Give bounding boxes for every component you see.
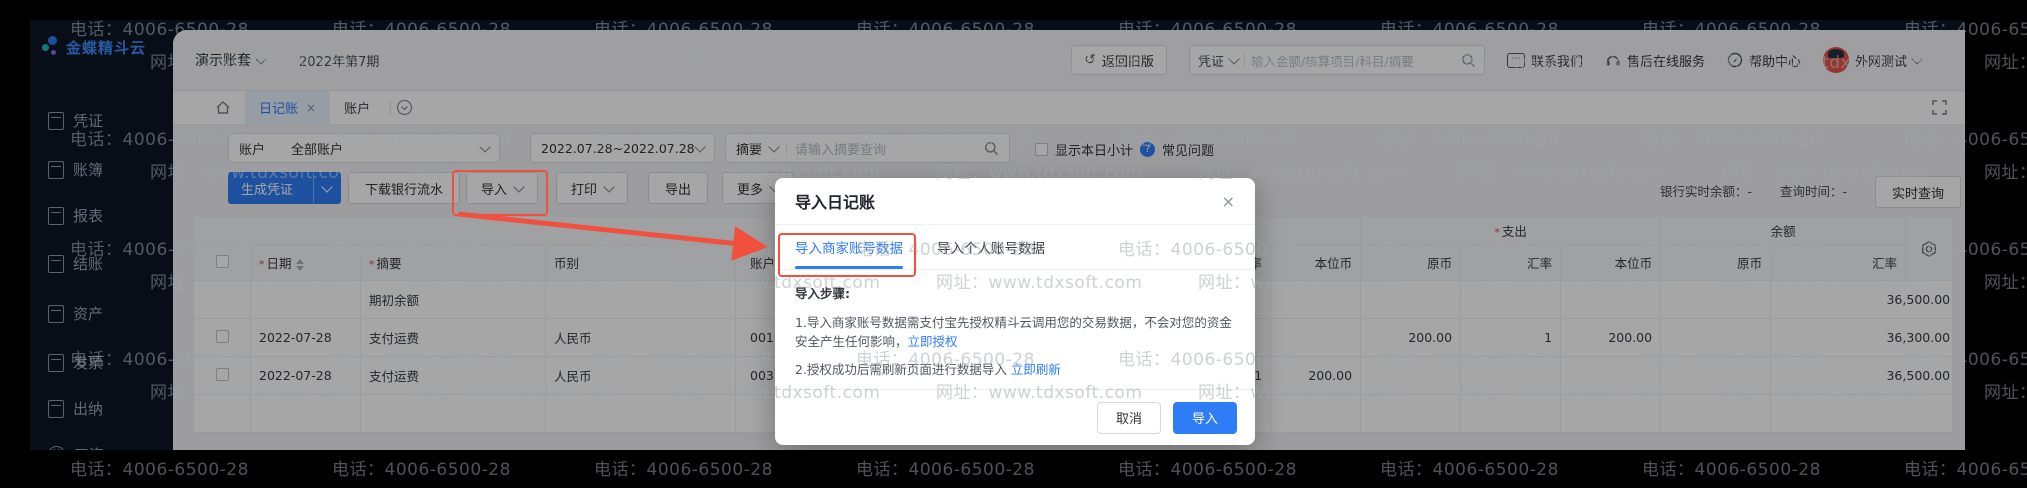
import-step-2: 2.授权成功后需刷新页面进行数据导入 立即刷新 [795, 362, 1061, 377]
watermark-text: 电话：4006-6500-28 [856, 460, 1035, 480]
modal-header: 导入日记账 × [775, 178, 1255, 225]
watermark-text: 电话：4006-6500-28 [332, 460, 511, 480]
refresh-now-link[interactable]: 立即刷新 [1011, 362, 1061, 377]
modal-title: 导入日记账 [795, 193, 876, 212]
screenshot-canvas: 金蝶精斗云 凭证 账簿 报表 结账 资产 发票 出纳 ¥工资 演示账套 2022… [0, 0, 2027, 488]
import-journal-modal: 导入日记账 × 导入商家账号数据 导入个人账号数据 导入步骤: 1.导入商家账号… [775, 178, 1255, 445]
watermark-text: 网址：www.tdxsoft.com [1984, 163, 2027, 183]
watermark-text: 网址：www.tdxsoft.com [1984, 53, 2027, 73]
watermark-text: 电话：4006-6500-28 [1118, 460, 1297, 480]
annotation-box-import-button [452, 170, 548, 216]
watermark-text: 电话：4006-6500-28 [594, 460, 773, 480]
annotation-box-merchant-tab [778, 233, 916, 277]
watermark-text: 电话：4006-6500-28 [1380, 460, 1559, 480]
modal-footer: 取消 导入 [775, 389, 1255, 445]
import-steps-title: 导入步骤: [795, 286, 850, 301]
import-step-1: 1.导入商家账号数据需支付宝先授权精斗云调用您的交易数据，不会对您的资金安全产生… [795, 315, 1232, 349]
watermark-text: 电话：4006-6500-28 [70, 460, 249, 480]
close-icon[interactable]: × [1222, 192, 1235, 211]
authorize-now-link[interactable]: 立即授权 [908, 334, 958, 349]
watermark-text: 电话：4006-6500-28 [1642, 460, 1821, 480]
tab-personal-account-data[interactable]: 导入个人账号数据 [937, 237, 1045, 269]
confirm-import-button[interactable]: 导入 [1172, 401, 1237, 434]
watermark-text: 电话：4006-6500-28 [1904, 460, 2027, 480]
modal-body: 导入步骤: 1.导入商家账号数据需支付宝先授权精斗云调用您的交易数据，不会对您的… [775, 270, 1255, 379]
watermark-text: 网址：www.tdxsoft.com [1984, 273, 2027, 293]
watermark-text: 网址：www.tdxsoft.com [1984, 383, 2027, 403]
cancel-button[interactable]: 取消 [1096, 401, 1161, 434]
